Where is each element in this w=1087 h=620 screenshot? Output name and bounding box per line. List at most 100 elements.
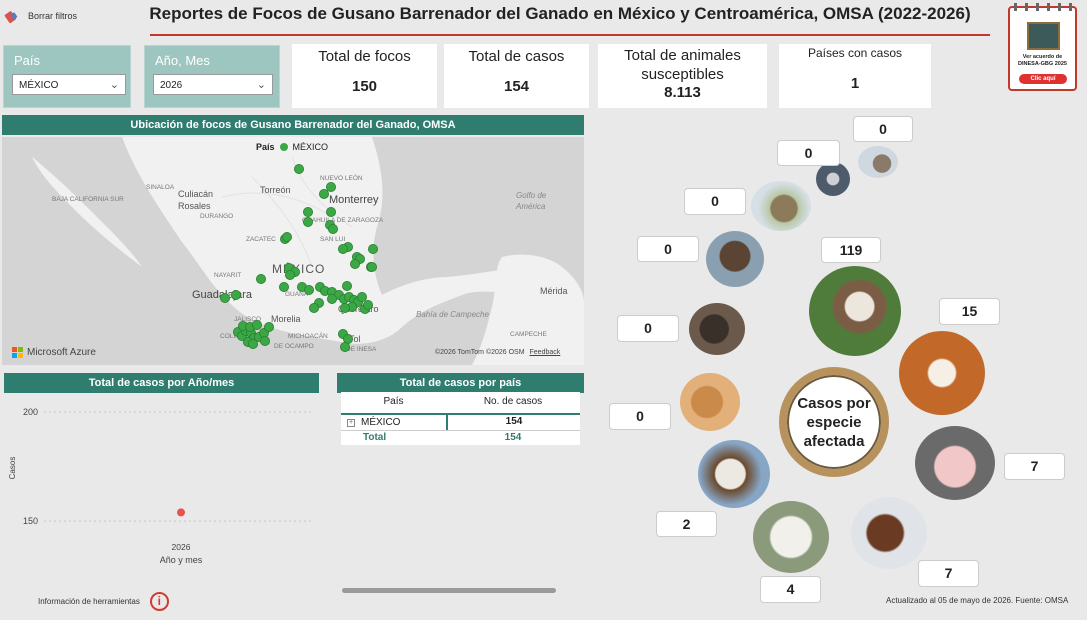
period-dropdown[interactable]: 2026 ⌄ — [153, 74, 273, 95]
column-header-country[interactable]: País — [341, 392, 446, 413]
goat-image — [698, 440, 770, 508]
pig-image — [915, 426, 995, 500]
sheep-image — [753, 501, 829, 573]
row-country-name: MÉXICO — [361, 416, 401, 428]
kpi-title: Países con casos — [807, 46, 903, 60]
kpi-countries-with-cases: Países con casos 1 — [779, 44, 931, 108]
horizontal-scrollbar[interactable] — [342, 588, 556, 593]
azure-brand: Microsoft Azure — [27, 347, 96, 358]
agreement-card[interactable]: Ver acuerdo de DINESA-GBG 2025 Clic aquí — [1008, 3, 1077, 91]
cases-by-month-chart[interactable]: 150 200 2026 Año y mes Casos — [4, 393, 319, 593]
y-tick-label: 150 — [23, 516, 38, 526]
hare-image — [751, 181, 811, 231]
outbreak-point[interactable] — [367, 244, 378, 255]
outbreak-point[interactable] — [362, 299, 373, 310]
table-total-row: Total 154 — [341, 431, 580, 445]
outbreak-points-layer — [219, 163, 378, 352]
outbreak-point[interactable] — [219, 292, 230, 303]
outbreak-point[interactable] — [293, 163, 304, 174]
x-axis-label: Año y mes — [160, 555, 203, 565]
kpi-title: Total de animales susceptibles — [624, 47, 741, 83]
country-table-title: Total de casos por país — [337, 373, 584, 393]
page-title: Reportes de Focos de Gusano Barrenador d… — [149, 4, 971, 23]
outbreak-point[interactable] — [255, 273, 266, 284]
calendar-rings-icon — [1014, 3, 1072, 11]
kpi-value: 1 — [850, 75, 860, 92]
rabbit-small-count: 0 — [853, 116, 913, 142]
row-cases: 154 — [446, 415, 580, 430]
tools-info[interactable]: Información de herramientas i — [38, 592, 169, 611]
outbreak-point[interactable] — [259, 335, 270, 346]
map-title: Ubicación de focos de Gusano Barrenador … — [2, 115, 584, 135]
species-center-label: Casos por especie afectada — [797, 394, 871, 450]
hare-count: 0 — [684, 188, 746, 215]
outbreak-point[interactable] — [318, 189, 329, 200]
updated-note: Actualizado al 05 de mayo de 2026. Fuent… — [886, 596, 1069, 605]
agreement-thumbnail — [1027, 22, 1060, 50]
outbreak-point[interactable] — [341, 280, 352, 291]
chevron-down-icon: ⌄ — [109, 79, 119, 91]
goose-image — [816, 162, 850, 196]
kpi-susceptible-animals: Total de animales susceptibles 8.113 — [598, 44, 767, 108]
goose-count: 0 — [777, 140, 840, 166]
outbreak-point[interactable] — [339, 302, 350, 313]
outbreak-point[interactable] — [326, 293, 337, 304]
kpi-value: 154 — [503, 78, 530, 95]
clear-filters-label: Borrar filtros — [28, 11, 78, 21]
agreement-click-button[interactable]: Clic aquí — [1019, 74, 1067, 84]
species-center-badge: Casos por especie afectada — [779, 367, 889, 477]
map-feedback-link[interactable]: Feedback — [530, 349, 561, 356]
outbreak-point[interactable] — [339, 341, 350, 352]
country-slicer: País MÉXICO ⌄ — [3, 45, 131, 108]
column-header-cases[interactable]: No. de casos — [446, 392, 580, 413]
outbreak-point[interactable] — [327, 224, 338, 235]
period-slicer-label: Año, Mes — [155, 53, 210, 68]
outbreak-point[interactable] — [356, 291, 367, 302]
outbreak-point[interactable] — [337, 244, 348, 255]
cattle-count: 119 — [821, 237, 881, 263]
tools-info-label: Información de herramientas — [38, 597, 140, 606]
dog-count: 15 — [939, 298, 1000, 325]
expand-icon[interactable]: + — [347, 418, 355, 427]
outbreak-point[interactable] — [278, 281, 289, 292]
period-dropdown-value: 2026 — [160, 80, 183, 91]
info-icon[interactable]: i — [149, 592, 169, 611]
table-row[interactable]: + MÉXICO 154 — [341, 415, 580, 431]
x-tick-label: 2026 — [172, 542, 191, 552]
outbreak-point[interactable] — [302, 217, 313, 228]
y-axis-label: Casos — [8, 457, 17, 480]
outbreak-point[interactable] — [366, 262, 377, 273]
outbreak-map[interactable]: País MÉXICO SINALOA Culiacán Rosales BAJ… — [2, 137, 584, 365]
outbreak-point[interactable] — [284, 269, 295, 280]
clear-filters-button[interactable]: Borrar filtros — [4, 8, 77, 24]
title-divider — [150, 34, 990, 36]
rabbit-small-image — [858, 146, 898, 178]
outbreak-point[interactable] — [325, 207, 336, 218]
outbreak-point[interactable] — [303, 284, 314, 295]
outbreak-point[interactable] — [308, 302, 319, 313]
line-chart-title: Total de casos por Año/mes — [4, 373, 319, 393]
wild-boar-image — [689, 303, 745, 355]
kpi-value: 150 — [351, 78, 378, 95]
country-dropdown[interactable]: MÉXICO ⌄ — [12, 74, 126, 95]
outbreak-point[interactable] — [230, 289, 241, 300]
outbreak-point[interactable] — [349, 259, 360, 270]
cattle-image — [809, 266, 901, 356]
outbreak-point[interactable] — [325, 182, 336, 193]
country-slicer-label: País — [14, 53, 41, 68]
table-cell-country: + MÉXICO — [341, 415, 446, 430]
kpi-title: Total de casos — [468, 48, 565, 65]
map-attribution: ©2026 TomTom ©2026 OSM Feedback — [435, 349, 560, 356]
outbreak-point[interactable] — [251, 319, 262, 330]
outbreak-point[interactable] — [281, 232, 292, 243]
kpi-total-outbreaks: Total de focos 150 — [292, 44, 437, 108]
goat-count: 2 — [656, 511, 717, 537]
horse-count: 7 — [918, 560, 979, 587]
outbreak-point[interactable] — [302, 207, 313, 218]
wild-boar-count: 0 — [617, 315, 679, 342]
outbreak-point[interactable] — [263, 321, 274, 332]
kpi-total-cases: Total de casos 154 — [444, 44, 589, 108]
data-point[interactable] — [177, 508, 185, 517]
total-label: Total — [363, 432, 387, 443]
country-table-header: País No. de casos — [341, 392, 580, 415]
